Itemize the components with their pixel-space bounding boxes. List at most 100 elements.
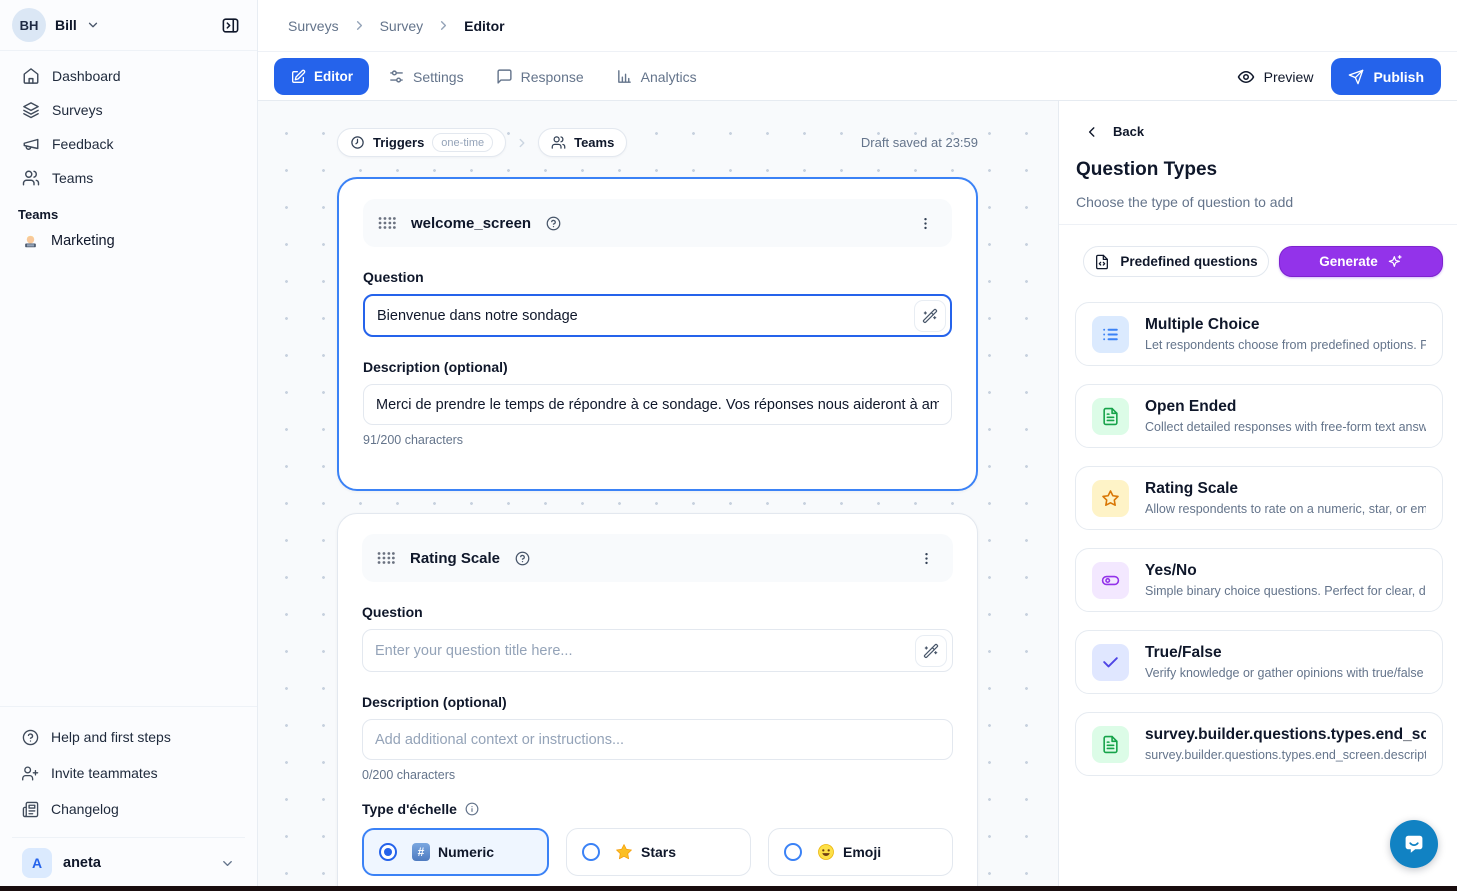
sidebar-item-dashboard[interactable]: Dashboard	[12, 59, 245, 93]
scale-option-numeric[interactable]: # Numeric	[362, 828, 549, 876]
question-description-input[interactable]	[362, 719, 953, 760]
magic-wand-button[interactable]	[914, 300, 946, 332]
sidebar-item-marketing[interactable]: Marketing	[12, 224, 245, 258]
file-text-icon	[1092, 398, 1129, 435]
user-name[interactable]: Bill	[55, 17, 77, 33]
chat-bubble-icon	[1402, 832, 1426, 856]
predefined-questions-button[interactable]: Predefined questions	[1083, 246, 1269, 277]
sidebar-item-surveys[interactable]: Surveys	[12, 93, 245, 127]
type-card-multiple-choice[interactable]: Multiple Choice Let respondents choose f…	[1075, 302, 1443, 366]
type-card-end-screen[interactable]: survey.builder.questions.types.end_scr..…	[1075, 712, 1443, 776]
help-circle-icon[interactable]	[515, 551, 530, 566]
type-card-yes-no[interactable]: Yes/No Simple binary choice questions. P…	[1075, 548, 1443, 612]
type-description: Simple binary choice questions. Perfect …	[1145, 584, 1426, 598]
editor-toolbar: Editor Settings Response Analytics Previ…	[258, 53, 1457, 101]
chevron-left-icon	[1085, 125, 1099, 139]
workspace-switcher[interactable]: A aneta	[12, 837, 245, 891]
drag-handle-icon[interactable]	[377, 551, 395, 565]
sidebar-item-label: Invite teammates	[51, 765, 158, 781]
triggers-chip[interactable]: Triggers one-time	[337, 128, 506, 157]
generate-label: Generate	[1319, 254, 1378, 269]
panel-buttons: Predefined questions Generate	[1083, 246, 1443, 277]
sidebar-item-label: Help and first steps	[51, 729, 171, 745]
sidebar-item-label: Feedback	[52, 136, 113, 152]
type-description: Collect detailed responses with free-for…	[1145, 420, 1426, 434]
kebab-menu-icon[interactable]	[915, 547, 938, 570]
avatar[interactable]: BH	[12, 8, 46, 42]
clock-icon	[350, 135, 365, 150]
radio-icon	[784, 843, 802, 861]
workspace-name: aneta	[63, 855, 101, 871]
collapse-sidebar-button[interactable]	[215, 10, 245, 40]
welcome-screen-card[interactable]: welcome_screen Question Description (opt…	[337, 177, 978, 491]
type-title: Yes/No	[1145, 562, 1426, 580]
drag-handle-icon[interactable]	[378, 216, 396, 230]
file-text-icon	[1092, 726, 1129, 763]
send-icon	[1348, 69, 1364, 85]
question-description-input[interactable]	[363, 384, 952, 425]
kebab-menu-icon[interactable]	[914, 212, 937, 235]
tab-label: Settings	[413, 69, 464, 85]
question-title-input[interactable]	[363, 294, 952, 337]
tab-label: Response	[521, 69, 584, 85]
question-title-input[interactable]	[362, 629, 953, 672]
type-card-rating-scale[interactable]: Rating Scale Allow respondents to rate o…	[1075, 466, 1443, 530]
user-plus-icon	[22, 765, 39, 782]
list-icon	[1092, 316, 1129, 353]
generate-button[interactable]: Generate	[1279, 246, 1443, 277]
toggle-icon	[1092, 562, 1129, 599]
sidebar-item-help[interactable]: Help and first steps	[12, 719, 245, 755]
tab-settings[interactable]: Settings	[375, 58, 477, 95]
tab-response[interactable]: Response	[483, 58, 597, 95]
question-card-title: Rating Scale	[410, 550, 500, 567]
sidebar-item-feedback[interactable]: Feedback	[12, 127, 245, 161]
type-card-true-false[interactable]: True/False Verify knowledge or gather op…	[1075, 630, 1443, 694]
sidebar-item-changelog[interactable]: Changelog	[12, 791, 245, 827]
team-label: Marketing	[51, 233, 115, 249]
back-button[interactable]: Back	[1085, 124, 1144, 139]
chevron-down-icon	[220, 856, 235, 871]
workspace-avatar: A	[22, 848, 52, 878]
breadcrumb-survey[interactable]: Survey	[380, 18, 424, 34]
tab-label: Editor	[314, 69, 353, 84]
teams-chip[interactable]: Teams	[538, 128, 627, 157]
message-square-icon	[496, 68, 513, 85]
char-counter: 91/200 characters	[363, 433, 952, 447]
help-circle-icon	[22, 729, 39, 746]
number-keycap-icon: #	[412, 843, 430, 861]
home-icon	[22, 67, 40, 85]
type-title: Multiple Choice	[1145, 316, 1426, 334]
publish-button[interactable]: Publish	[1331, 58, 1441, 95]
window-bottom-edge	[0, 886, 1457, 891]
scale-type-options: # Numeric Stars Em	[362, 828, 953, 876]
wand-icon	[922, 308, 938, 324]
char-counter: 0/200 characters	[362, 768, 953, 782]
draft-status: Draft saved at 23:59	[861, 135, 978, 150]
chevron-down-icon[interactable]	[86, 18, 100, 32]
type-card-open-ended[interactable]: Open Ended Collect detailed responses wi…	[1075, 384, 1443, 448]
card-header: welcome_screen	[363, 199, 952, 247]
scale-option-emoji[interactable]: Emoji	[768, 828, 953, 876]
breadcrumb-surveys[interactable]: Surveys	[288, 18, 339, 34]
chat-widget-button[interactable]	[1390, 820, 1438, 868]
scale-option-stars[interactable]: Stars	[566, 828, 751, 876]
info-icon[interactable]	[465, 802, 479, 816]
scale-option-label: Numeric	[438, 844, 494, 860]
magic-wand-button[interactable]	[915, 635, 947, 667]
sidebar-footer: Help and first steps Invite teammates Ch…	[0, 706, 257, 891]
preview-label: Preview	[1264, 69, 1314, 85]
tab-analytics[interactable]: Analytics	[603, 58, 710, 95]
help-circle-icon[interactable]	[546, 216, 561, 231]
sidebar-header: BH Bill	[0, 0, 257, 51]
sidebar-item-invite[interactable]: Invite teammates	[12, 755, 245, 791]
type-title: Rating Scale	[1145, 480, 1426, 498]
rating-scale-card[interactable]: Rating Scale Question Description (optio…	[337, 513, 978, 891]
sidebar-item-teams[interactable]: Teams	[12, 161, 245, 195]
question-types-panel: Back Question Types Choose the type of q…	[1058, 101, 1457, 891]
panel-collapse-icon	[221, 16, 240, 35]
tab-editor[interactable]: Editor	[274, 58, 369, 95]
preview-button[interactable]: Preview	[1237, 68, 1314, 86]
sidebar-item-label: Dashboard	[52, 68, 121, 84]
divider	[1059, 224, 1457, 225]
chevron-right-icon	[352, 18, 367, 33]
